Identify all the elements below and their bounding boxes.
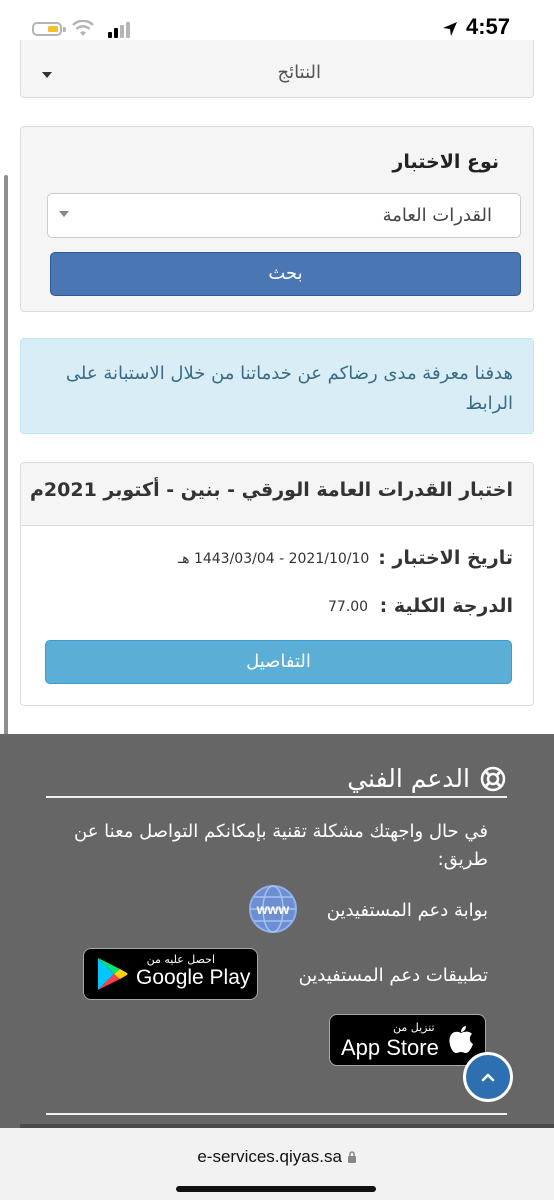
beneficiary-portal-link[interactable]: بوابة دعم المستفيدين: [327, 900, 488, 921]
chevron-up-icon: [481, 1073, 495, 1082]
test-date-label: تاريخ الاختبار :: [378, 547, 513, 569]
app-store-big-text: App Store: [341, 1035, 439, 1060]
result-title: اختبار القدرات العامة الورقي - بنين - أك…: [29, 479, 513, 501]
www-icon-text: www: [256, 901, 290, 917]
footer-bottom-divider: [46, 1113, 507, 1115]
caret-down-icon: [59, 211, 69, 217]
status-time: 4:57: [466, 14, 511, 39]
survey-info-alert[interactable]: هدفنا معرفة مدى رضاكم عن خدماتنا من خلال…: [20, 338, 534, 434]
apple-icon: [449, 1026, 473, 1053]
search-button[interactable]: بحث: [50, 252, 521, 296]
support-text: في حال واجهتك مشكلة تقنية بإمكانكم التوا…: [74, 821, 488, 870]
google-play-big-text: Google Play: [136, 966, 251, 989]
footer-divider: [46, 796, 507, 798]
url-text[interactable]: e-services.qiyas.sa: [0, 1147, 554, 1167]
app-store-small-text: تنزيل من: [393, 1021, 435, 1034]
google-play-icon: [98, 958, 128, 990]
test-date-value: 2021/10/10 - 1443/03/04 هـ: [178, 551, 370, 567]
details-button[interactable]: التفاصيل: [45, 640, 512, 684]
caret-down-icon: [42, 72, 52, 78]
back-to-top-button[interactable]: [463, 1052, 513, 1102]
url-label: e-services.qiyas.sa: [197, 1147, 342, 1166]
total-score-value: 77.00: [328, 599, 369, 615]
wifi-icon: [72, 20, 94, 36]
results-panel: النتائج: [20, 40, 534, 98]
results-dropdown-label: النتائج: [277, 62, 321, 83]
test-type-selected-value: القدرات العامة: [382, 205, 492, 226]
location-arrow-icon: [443, 22, 457, 36]
result-card: اختبار القدرات العامة الورقي - بنين - أك…: [20, 462, 534, 706]
google-play-badge[interactable]: احصل عليه من Google Play: [83, 948, 258, 1000]
search-panel: نوع الاختبار القدرات العامة بحث: [20, 126, 534, 312]
lifebuoy-icon: [480, 766, 506, 792]
lock-icon: [347, 1151, 356, 1163]
test-type-select[interactable]: القدرات العامة: [47, 193, 521, 238]
google-play-small-text: احصل عليه من: [146, 953, 215, 966]
result-card-header: اختبار القدرات العامة الورقي - بنين - أك…: [21, 463, 533, 526]
www-globe-icon[interactable]: www: [248, 884, 298, 934]
support-title: الدعم الفني: [347, 764, 470, 793]
app-store-badge[interactable]: تنزيل من App Store: [329, 1014, 486, 1066]
home-indicator: [176, 1186, 376, 1192]
test-type-label: نوع الاختبار: [392, 151, 499, 173]
signal-icon: [108, 22, 130, 38]
beneficiary-apps-label: تطبيقات دعم المستفيدين: [298, 965, 488, 986]
total-score-label: الدرجة الكلية :: [379, 595, 513, 617]
battery-icon: [32, 22, 66, 36]
results-dropdown[interactable]: النتائج: [21, 40, 533, 97]
